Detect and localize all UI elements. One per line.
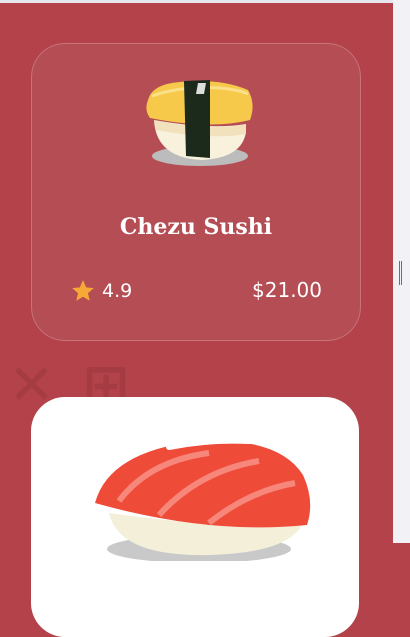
- product-card[interactable]: [31, 397, 359, 637]
- product-title: Chezu Sushi: [119, 214, 273, 240]
- page-top-strip: [0, 0, 410, 3]
- product-card[interactable]: Chezu Sushi 4.9 $21.00: [31, 43, 361, 341]
- scrollbar-grip[interactable]: [399, 261, 403, 285]
- rating-value: 4.9: [102, 280, 133, 302]
- star-icon: [72, 280, 94, 301]
- rating: 4.9: [70, 278, 132, 304]
- product-price: $21.00: [252, 278, 322, 302]
- tamago-nigiri-icon: [146, 80, 253, 166]
- salmon-nigiri-icon: [95, 437, 311, 561]
